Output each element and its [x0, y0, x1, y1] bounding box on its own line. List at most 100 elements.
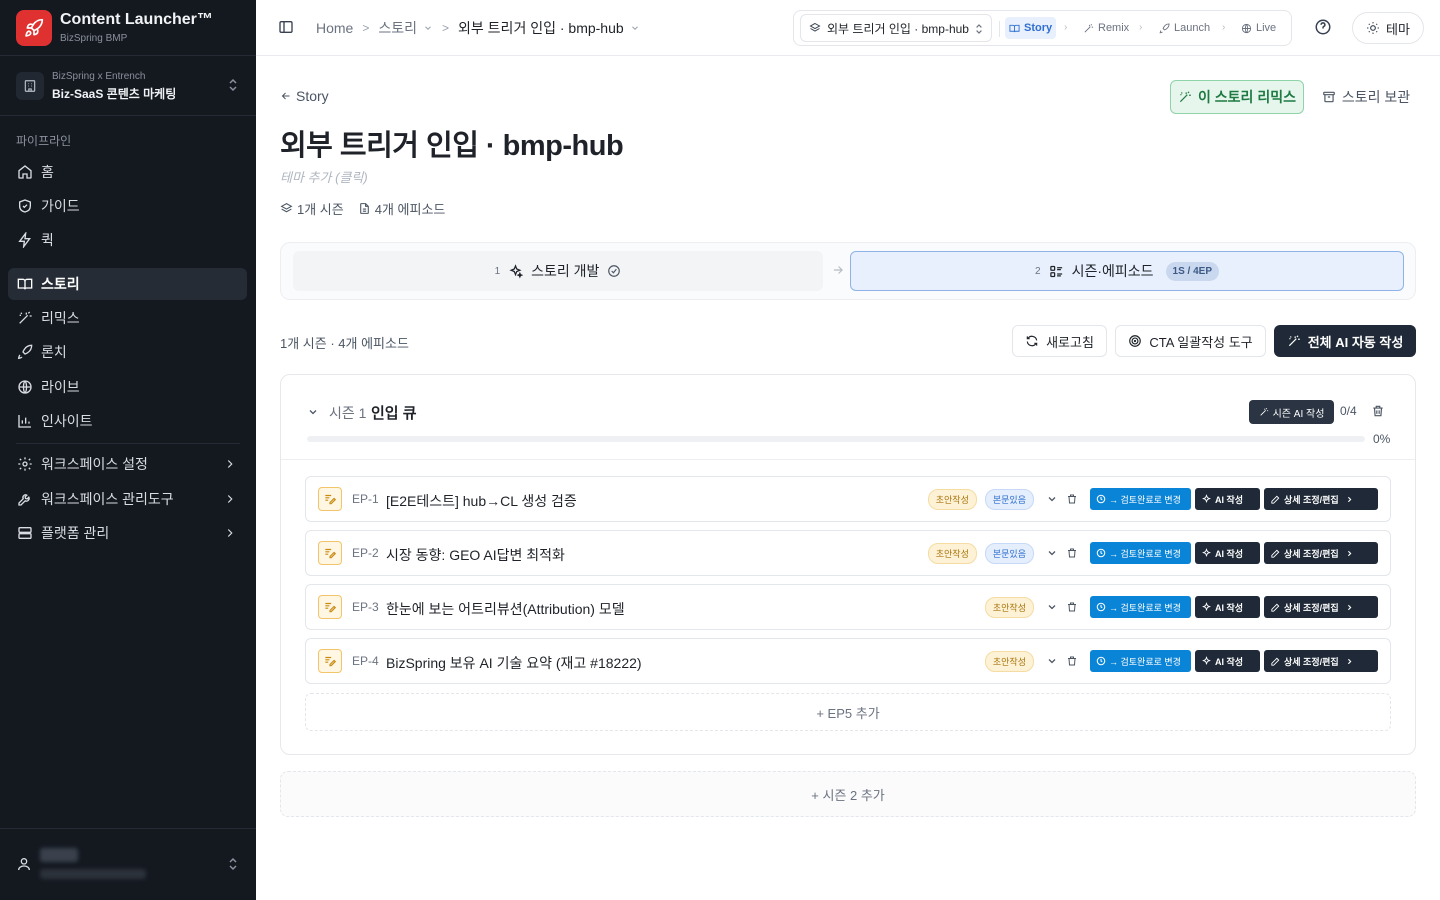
sidebar-item-live[interactable]: 라이브 [8, 371, 247, 403]
check-circle-icon [607, 264, 621, 278]
ai-write-button[interactable]: AI 작성 [1195, 542, 1260, 564]
flow-step-label: Story [1024, 22, 1053, 34]
sidebar-item-guide[interactable]: 가이드 [8, 190, 247, 222]
workspace-name: Biz-SaaS 콘텐츠 마케팅 [52, 87, 177, 101]
brand-subtitle: BizSpring BMP [60, 33, 128, 44]
trash-icon[interactable] [1066, 655, 1078, 667]
episode-code: EP-4 [352, 654, 379, 668]
edit-document-icon [318, 541, 342, 565]
clock-icon [1096, 602, 1106, 612]
add-episode-button[interactable]: + EP5 추가 [305, 693, 1391, 731]
pencil-icon [1270, 494, 1281, 505]
season-ai-write-button[interactable]: 시즌 AI 작성 [1249, 400, 1334, 424]
breadcrumb-separator-icon: > [442, 21, 450, 35]
detail-edit-button[interactable]: 상세 조정/편집 [1264, 542, 1378, 564]
sidebar-item-label: 홈 [41, 164, 54, 180]
top-header: Home > 스토리 > 외부 트리거 인입 · bmp-hub 외부 트리거 … [256, 0, 1440, 56]
ai-write-button[interactable]: AI 작성 [1195, 650, 1260, 672]
cta-tool-button[interactable]: CTA 일괄작성 도구 [1115, 325, 1266, 357]
zap-icon [17, 232, 33, 248]
magic-wand-icon [1287, 334, 1301, 348]
sparkles-icon [1201, 655, 1212, 667]
chevron-down-icon[interactable] [307, 406, 319, 418]
target-icon [1128, 334, 1142, 348]
wrench-icon [17, 491, 33, 507]
episode-title: [E2E테스트] hub→CL 생성 검증 [386, 493, 577, 509]
ai-write-button[interactable]: AI 작성 [1195, 488, 1260, 510]
mark-reviewed-label: → 검토완료로 변경 [1109, 494, 1181, 505]
episode-row[interactable]: EP-2 시장 동향: GEO AI답변 최적화 초안작성 본문있음 → 검토완… [305, 530, 1391, 576]
help-icon[interactable] [1314, 18, 1332, 36]
breadcrumb-home[interactable]: Home [316, 20, 353, 36]
mark-reviewed-label: → 검토완료로 변경 [1109, 548, 1181, 559]
remix-story-button[interactable]: 이 스토리 리믹스 [1170, 80, 1304, 114]
episode-row[interactable]: EP-4 BizSpring 보유 AI 기술 요약 (재고 #18222) 초… [305, 638, 1391, 684]
refresh-icon [1025, 334, 1039, 348]
chevron-down-icon[interactable] [1046, 601, 1058, 613]
sidebar-item-platform-admin[interactable]: 플랫폼 관리 [8, 517, 247, 549]
chevron-down-icon[interactable] [1046, 547, 1058, 559]
flow-step-launch[interactable]: Launch [1155, 17, 1214, 39]
clock-icon [1096, 548, 1106, 558]
sidebar-item-workspace-admin[interactable]: 워크스페이스 관리도구 [8, 483, 247, 515]
ai-write-button[interactable]: AI 작성 [1195, 596, 1260, 618]
flow-step-live[interactable]: Live [1237, 17, 1280, 39]
breadcrumb: Home > 스토리 > 외부 트리거 인입 · bmp-hub [316, 0, 640, 56]
user-menu[interactable] [0, 828, 256, 900]
mark-reviewed-button[interactable]: → 검토완료로 변경 [1090, 650, 1191, 672]
detail-edit-button[interactable]: 상세 조정/편집 [1264, 596, 1378, 618]
trash-icon[interactable] [1066, 493, 1078, 505]
sidebar-item-launch[interactable]: 론치 [8, 336, 247, 368]
chevron-down-icon[interactable] [423, 23, 433, 33]
episode-count: 4개 에피소드 [374, 202, 446, 217]
flow-step-remix[interactable]: Remix [1079, 17, 1133, 39]
back-link[interactable]: Story [280, 88, 329, 104]
refresh-button[interactable]: 새로고침 [1012, 325, 1107, 357]
rocket-logo-icon [16, 10, 52, 46]
chevron-right-icon [1345, 603, 1354, 612]
breadcrumb-story[interactable]: 스토리 [378, 18, 417, 38]
bar-chart-icon [17, 413, 33, 429]
detail-edit-button[interactable]: 상세 조정/편집 [1264, 650, 1378, 672]
trash-icon[interactable] [1371, 404, 1385, 418]
body-badge: 본문있음 [984, 488, 1034, 510]
story-select[interactable]: 외부 트리거 인입 · bmp-hub [800, 14, 992, 42]
sidebar-toggle-icon[interactable] [278, 19, 294, 35]
step-season-episode[interactable]: 2 시즌·에피소드 1S / 4EP [850, 251, 1404, 291]
sidebar-item-remix[interactable]: 리믹스 [8, 302, 247, 334]
theme-button[interactable]: 테마 [1352, 12, 1424, 44]
mark-reviewed-button[interactable]: → 검토완료로 변경 [1090, 596, 1191, 618]
detail-edit-label: 상세 조정/편집 [1284, 602, 1339, 613]
workspace-switcher[interactable]: BizSpring x Entrench Biz-SaaS 콘텐츠 마케팅 [0, 56, 256, 116]
mark-reviewed-button[interactable]: → 검토완료로 변경 [1090, 488, 1191, 510]
archive-story-button[interactable]: 스토리 보관 [1314, 80, 1418, 114]
mark-reviewed-button[interactable]: → 검토완료로 변경 [1090, 542, 1191, 564]
episode-row[interactable]: EP-1 [E2E테스트] hub→CL 생성 검증 초안작성 본문있음 → 검… [305, 476, 1391, 522]
edit-document-icon [318, 595, 342, 619]
server-icon [17, 525, 33, 541]
theme-add-placeholder[interactable]: 테마 추가 (클릭) [280, 167, 368, 186]
chevron-down-icon[interactable] [1046, 655, 1058, 667]
detail-edit-label: 상세 조정/편집 [1284, 494, 1339, 505]
trash-icon[interactable] [1066, 547, 1078, 559]
season-card: 시즌 1 인입 큐 시즌 AI 작성 0/4 0% EP-1 [E2E테스트] … [280, 374, 1416, 755]
sidebar-item-insight[interactable]: 인사이트 [8, 405, 247, 437]
detail-edit-button[interactable]: 상세 조정/편집 [1264, 488, 1378, 510]
sidebar-item-story[interactable]: 스토리 [8, 268, 247, 300]
ai-write-label: AI 작성 [1215, 656, 1244, 667]
chevron-right-icon [1345, 495, 1354, 504]
trash-icon[interactable] [1066, 601, 1078, 613]
chevron-down-icon[interactable] [630, 23, 640, 33]
step-story-development[interactable]: 1 스토리 개발 [293, 251, 823, 291]
chevron-down-icon[interactable] [1046, 493, 1058, 505]
add-season-button[interactable]: + 시즌 2 추가 [280, 771, 1416, 817]
step-badge: 1S / 4EP [1165, 261, 1219, 281]
season-name[interactable]: 인입 큐 [371, 402, 417, 423]
sidebar-item-quick[interactable]: 퀵 [8, 224, 247, 256]
flow-step-story[interactable]: Story [1005, 17, 1057, 39]
episode-row[interactable]: EP-3 한눈에 보는 어트리뷰션(Attribution) 모델 초안작성 →… [305, 584, 1391, 630]
auto-write-all-button[interactable]: 전체 AI 자동 작성 [1274, 325, 1416, 357]
sidebar-item-workspace-settings[interactable]: 워크스페이스 설정 [8, 448, 247, 480]
brand[interactable]: Content Launcher™ BizSpring BMP [0, 0, 256, 56]
sidebar-item-home[interactable]: 홈 [8, 156, 247, 188]
